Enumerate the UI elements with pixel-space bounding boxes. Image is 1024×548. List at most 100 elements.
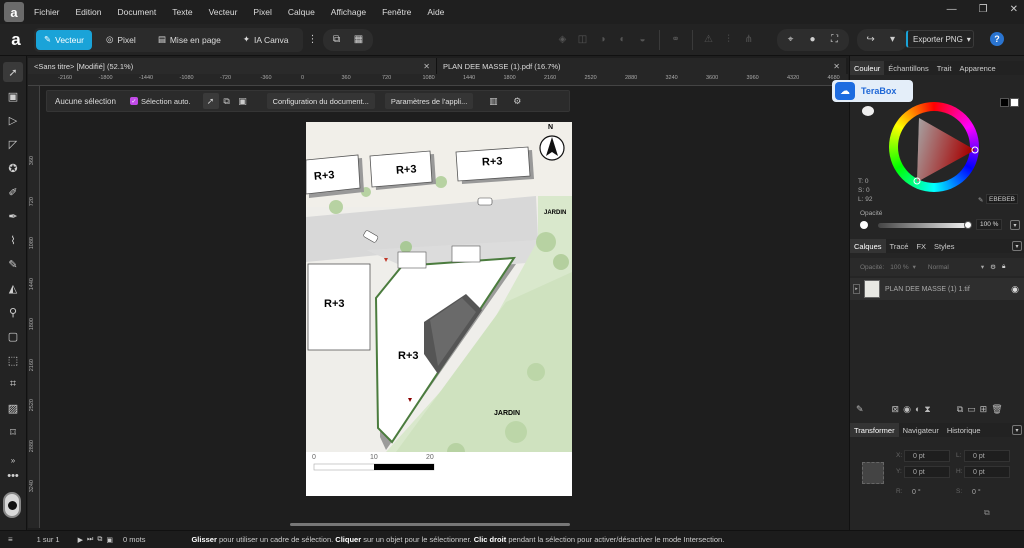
export-png-button[interactable]: Exporter PNG ▾	[906, 30, 974, 48]
eyedropper-icon[interactable]: ⚲	[3, 302, 23, 322]
shape-builder-icon[interactable]: ✪	[3, 158, 23, 178]
persona-ia-canva[interactable]: ✦ IA Canva	[235, 30, 297, 50]
layer-edit-icon[interactable]: ✎	[856, 404, 864, 415]
width-input[interactable]: 0 pt	[964, 450, 1010, 462]
menu-texte[interactable]: Texte	[172, 7, 192, 17]
tab-styles[interactable]: Styles	[930, 239, 958, 253]
last-page-icon[interactable]: ⏭	[87, 536, 93, 544]
paint-icon[interactable]: ●	[803, 30, 823, 50]
frame-text-icon[interactable]: ⬚	[3, 350, 23, 370]
slice-tool-icon[interactable]: ⌑	[3, 422, 23, 442]
chevron-down-icon[interactable]: ▾	[1010, 220, 1020, 230]
close-tab-icon[interactable]: ✕	[833, 62, 840, 71]
layer-row[interactable]: ▸ PLAN DEE MASSE (1) 1.tif ◉	[850, 278, 1024, 300]
pencil-tool-icon[interactable]: ✐	[3, 182, 23, 202]
layer-mask-icon[interactable]: ◉	[903, 404, 911, 415]
color-wheel[interactable]	[889, 102, 979, 192]
page-view-icon[interactable]: ▣	[106, 536, 113, 544]
color-triangle[interactable]	[889, 102, 979, 192]
terabox-badge[interactable]: ☁ TeraBox	[832, 80, 913, 102]
chevron-down-icon[interactable]: ▾	[1012, 425, 1022, 435]
opacity-input[interactable]: 100 %	[976, 219, 1002, 230]
persona-pixel[interactable]: ◎ Pixel	[98, 30, 144, 50]
boolean-add-icon[interactable]: ◈	[553, 30, 573, 50]
fill-tool-icon[interactable]: ◭	[3, 278, 23, 298]
menu-aide[interactable]: Aide	[427, 7, 444, 17]
tab-navigateur[interactable]: Navigateur	[899, 423, 943, 437]
place-image-icon[interactable]: ⧉	[327, 30, 347, 50]
chevron-down-icon[interactable]: ▾	[1012, 241, 1022, 251]
layer-opacity-value[interactable]: 100 %	[890, 264, 908, 271]
snapping-toggle-icon[interactable]: ↪	[861, 30, 881, 50]
link-icon[interactable]: ⚭	[666, 30, 686, 50]
tab-couleur[interactable]: Couleur	[850, 61, 885, 75]
menu-vecteur[interactable]: Vecteur	[209, 7, 238, 17]
opacity-slider[interactable]	[878, 223, 966, 228]
pen-tool-icon[interactable]: ✒	[3, 206, 23, 226]
tab-trait[interactable]: Trait	[933, 61, 956, 75]
y-position-input[interactable]: 0 pt	[904, 466, 950, 478]
help-icon[interactable]: ?	[990, 32, 1004, 46]
select-mode-icon[interactable]: ➚	[202, 93, 219, 109]
menu-document[interactable]: Document	[118, 7, 157, 17]
app-params-button[interactable]: Paramètres de l'appli...	[384, 93, 474, 109]
tab-fx[interactable]: FX	[912, 239, 930, 253]
tab-trace[interactable]: Tracé	[886, 239, 913, 253]
eyedropper-icon[interactable]: ✎	[978, 196, 983, 204]
node-tool-icon[interactable]: ▷	[3, 110, 23, 130]
lock-icon[interactable]: 🔒︎	[1002, 263, 1005, 271]
menu-pixel[interactable]: Pixel	[253, 7, 271, 17]
close-window-icon[interactable]: ✕	[1010, 4, 1018, 15]
color-swatch-icon[interactable]	[3, 492, 21, 518]
horizontal-ruler[interactable]: -2160 -1800 -1440 -1080 -720 -360 0 360 720 1080 1…	[28, 74, 848, 86]
tab-calques[interactable]: Calques	[850, 239, 886, 253]
menu-fichier[interactable]: Fichier	[34, 7, 60, 17]
sidebar-toggle-icon[interactable]: ≡	[8, 535, 13, 544]
hex-input[interactable]: EBEBEB	[986, 194, 1018, 204]
persona-vecteur[interactable]: ✎ Vecteur	[36, 29, 92, 50]
gear-icon[interactable]: ⚙	[990, 263, 996, 271]
columns-icon[interactable]: ▥	[485, 93, 501, 109]
boolean-divide-icon[interactable]: ◒	[633, 30, 653, 50]
shear-input[interactable]: 0 °	[964, 486, 1010, 498]
boolean-intersect-icon[interactable]: ◑	[593, 30, 613, 50]
grid-icon[interactable]: ▦	[349, 30, 369, 50]
trash-icon[interactable]: 🗑︎	[991, 404, 1002, 415]
crop-tool-icon[interactable]: ⌗	[3, 374, 23, 394]
tab-plan-de-masse[interactable]: PLAN DEE MASSE (1).pdf (16.7%) ✕	[436, 58, 846, 74]
layer-live-filter-icon[interactable]: ⧗	[924, 404, 930, 415]
tab-apparence[interactable]: Apparence	[955, 61, 999, 75]
tab-echantillons[interactable]: Échantillons	[884, 61, 932, 75]
close-tab-icon[interactable]: ✕	[423, 62, 430, 71]
menu-affichage[interactable]: Affichage	[331, 7, 366, 17]
layer-group-icon[interactable]: ⧉	[957, 404, 963, 415]
layer-adjust-icon[interactable]: ◐	[915, 404, 920, 414]
expand-layer-icon[interactable]: ▸	[853, 284, 860, 294]
snap-icon[interactable]: ⌖	[781, 30, 801, 50]
rotation-input[interactable]: 0 °	[904, 486, 950, 498]
transform-lock-icon[interactable]: ⧉	[984, 508, 990, 518]
doc-config-button[interactable]: Configuration du document...	[266, 93, 375, 109]
menu-fenetre[interactable]: Fenêtre	[382, 7, 411, 17]
layer-add-icon[interactable]: ⊞	[980, 404, 988, 415]
distribute-icon[interactable]: ⋔	[739, 30, 759, 50]
warning-icon[interactable]: ⚠	[699, 30, 719, 50]
move-tool-icon[interactable]: ➚	[3, 62, 23, 82]
tab-historique[interactable]: Historique	[943, 423, 985, 437]
auto-select-checkbox[interactable]: ✓ Sélection auto.	[129, 97, 191, 106]
more-tools-icon[interactable]: •••	[3, 466, 23, 486]
maximize-icon[interactable]: ❐	[979, 4, 988, 15]
x-position-input[interactable]: 0 pt	[904, 450, 950, 462]
gear-icon[interactable]: ⚙	[509, 93, 525, 109]
persona-mise-en-page[interactable]: ▤ Mise en page	[150, 30, 229, 50]
fill-swatch-icon[interactable]	[862, 106, 874, 116]
select-intersect-icon[interactable]: ⧉	[219, 93, 235, 109]
brush-tool-icon[interactable]: ⌇	[3, 230, 23, 250]
minimize-icon[interactable]: —	[947, 4, 957, 15]
select-artboard-icon[interactable]: ▣	[235, 93, 251, 109]
fill-white-swatch-icon[interactable]	[1010, 98, 1019, 107]
opacity-slider-handle[interactable]	[964, 221, 972, 229]
tab-transformer[interactable]: Transformer	[850, 423, 899, 437]
vertical-ruler[interactable]: 360 720 1080 1440 1800 2160 2520 2880 3240	[28, 86, 40, 528]
pixel-brush-icon[interactable]: ✎	[3, 254, 23, 274]
